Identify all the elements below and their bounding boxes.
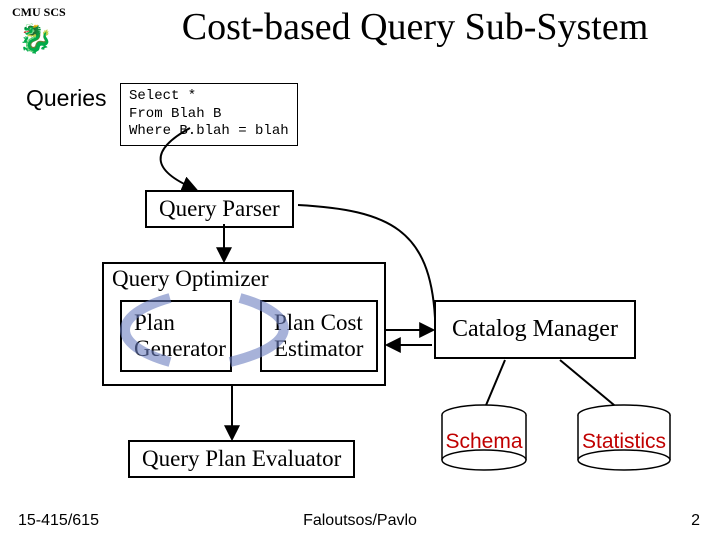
plan-cost-estimator-box: Plan Cost Estimator — [260, 300, 378, 372]
scotty-logo-icon: 🐉 — [18, 22, 53, 56]
slide-title: Cost-based Query Sub-System — [120, 5, 710, 49]
statistics-label: Statistics — [582, 430, 666, 453]
footer-right: 2 — [691, 512, 700, 530]
queries-label: Queries — [26, 85, 107, 112]
statistics-cylinder-icon: Statistics — [578, 405, 670, 470]
footer-center: Faloutsos/Pavlo — [0, 512, 720, 530]
catalog-manager-box: Catalog Manager — [434, 300, 636, 359]
plan-generator-box: Plan Generator — [120, 300, 232, 372]
sql-query-box: Select * From Blah B Where B.blah = blah — [120, 83, 298, 146]
institution-label: CMU SCS — [12, 5, 66, 20]
query-plan-evaluator-box: Query Plan Evaluator — [128, 440, 355, 478]
query-parser-box: Query Parser — [145, 190, 294, 228]
query-optimizer-label: Query Optimizer — [112, 266, 268, 292]
schema-cylinder-icon: Schema — [442, 405, 526, 470]
schema-label: Schema — [445, 430, 522, 453]
